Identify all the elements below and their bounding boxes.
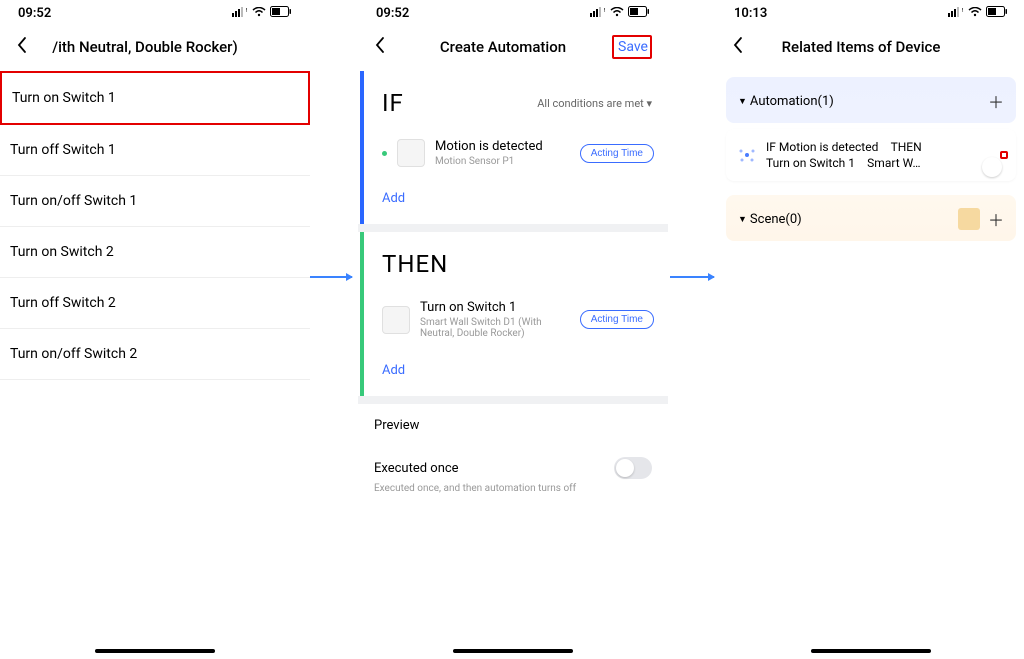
condition-mode[interactable]: All conditions are met ▾ [537, 97, 652, 110]
then-card-sub: Smart Wall Switch D1 (With Neutral, Doub… [420, 317, 570, 339]
list-item-switch2-off[interactable]: Turn off Switch 2 [0, 278, 310, 329]
status-time: 10:13 [734, 6, 767, 21]
battery-icon [270, 6, 292, 21]
wifi-icon [968, 6, 982, 21]
back-button[interactable] [16, 35, 36, 59]
automation-item[interactable]: IF Motion is detected THEN Turn on Switc… [726, 129, 1016, 181]
arrow-2 [670, 276, 714, 278]
add-action-link[interactable]: Add [364, 349, 668, 396]
status-right: ! [590, 6, 650, 21]
section-if: IF All conditions are met ▾ Motion is de… [360, 71, 668, 224]
nav-bar: /ith Neutral, Double Rocker) [0, 25, 310, 71]
nav-bar: Create Automation Save [358, 25, 668, 71]
status-time: 09:52 [376, 6, 409, 21]
exec-once-sub: Executed once, and then automation turns… [358, 483, 668, 494]
add-scene-button[interactable]: ＋ [988, 207, 1004, 231]
if-label: IF [382, 89, 404, 117]
phone-1: 09:52 ! /ith Neutral, Double Rocker) Tur… [0, 0, 310, 659]
chevron-down-icon: ▼ [738, 97, 747, 107]
wifi-icon [610, 6, 624, 21]
svg-text:!: ! [604, 8, 606, 14]
phone-3: 10:13 ! Related Items of Device ▼Automat… [716, 0, 1024, 659]
then-label: THEN [382, 250, 448, 278]
then-action-card[interactable]: Turn on Switch 1 Smart Wall Switch D1 (W… [364, 290, 668, 349]
home-indicator[interactable] [811, 649, 931, 653]
status-bar: 09:52 ! [0, 0, 310, 25]
switch-device-icon [382, 306, 410, 334]
exec-once-title: Executed once [374, 461, 459, 476]
add-automation-button[interactable]: ＋ [988, 89, 1004, 113]
status-right: ! [232, 6, 292, 21]
arrow-1 [308, 276, 352, 278]
automation-line1: IF Motion is detected THEN [766, 139, 990, 155]
chevron-down-icon: ▼ [738, 215, 747, 225]
status-bar: 10:13 ! [716, 0, 1024, 25]
automation-group-label: Automation(1) [750, 94, 834, 109]
svg-text:!: ! [962, 8, 964, 14]
home-indicator[interactable] [453, 649, 573, 653]
svg-text:!: ! [246, 8, 248, 14]
if-condition-card[interactable]: Motion is detected Motion Sensor P1 Acti… [364, 129, 668, 177]
then-card-title: Turn on Switch 1 [420, 300, 570, 315]
status-time: 09:52 [18, 6, 51, 21]
acting-time-button[interactable]: Acting Time [580, 310, 654, 329]
if-card-title: Motion is detected [435, 139, 570, 154]
motion-sensor-icon [397, 139, 425, 167]
automation-item-text: IF Motion is detected THEN Turn on Switc… [766, 139, 990, 171]
list-item-switch2-on[interactable]: Turn on Switch 2 [0, 227, 310, 278]
signal-icon: ! [232, 6, 248, 21]
status-right: ! [948, 6, 1008, 21]
automation-group-header[interactable]: ▼Automation(1) ＋ [726, 77, 1016, 123]
battery-icon [628, 6, 650, 21]
highlight-box [1000, 151, 1008, 159]
section-divider [358, 396, 668, 404]
section-then: THEN Turn on Switch 1 Smart Wall Switch … [360, 232, 668, 396]
status-bar: 09:52 ! [358, 0, 668, 25]
list-item-switch1-on[interactable]: Turn on Switch 1 [0, 71, 310, 125]
signal-icon: ! [948, 6, 964, 21]
nav-bar: Related Items of Device [716, 25, 1024, 71]
preview-label[interactable]: Preview [358, 404, 668, 447]
list-item-switch2-toggle[interactable]: Turn on/off Switch 2 [0, 329, 310, 380]
section-divider [358, 224, 668, 232]
phone-2: 09:52 ! Create Automation Save IF All co… [358, 0, 668, 659]
page-title: Create Automation [394, 38, 612, 56]
automation-icon [738, 146, 756, 164]
scene-icon [958, 208, 980, 230]
active-dot-icon [382, 151, 387, 156]
wifi-icon [252, 6, 266, 21]
save-button[interactable]: Save [612, 35, 652, 59]
automation-line2: Turn on Switch 1 Smart W… [766, 155, 990, 171]
scene-group-header[interactable]: ▼Scene(0) ＋ [726, 195, 1016, 241]
back-button[interactable] [374, 35, 394, 59]
page-title: Related Items of Device [752, 38, 970, 56]
if-card-sub: Motion Sensor P1 [435, 156, 570, 167]
scene-group-label: Scene(0) [750, 212, 802, 227]
acting-time-button[interactable]: Acting Time [580, 144, 654, 163]
list-item-switch1-off[interactable]: Turn off Switch 1 [0, 125, 310, 176]
page-title: /ith Neutral, Double Rocker) [36, 38, 254, 56]
executed-once-row: Executed once [358, 447, 668, 483]
list-item-switch1-toggle[interactable]: Turn on/off Switch 1 [0, 176, 310, 227]
back-button[interactable] [732, 35, 752, 59]
signal-icon: ! [590, 6, 606, 21]
home-indicator[interactable] [95, 649, 215, 653]
add-condition-link[interactable]: Add [364, 177, 668, 224]
battery-icon [986, 6, 1008, 21]
exec-once-toggle[interactable] [614, 457, 652, 479]
